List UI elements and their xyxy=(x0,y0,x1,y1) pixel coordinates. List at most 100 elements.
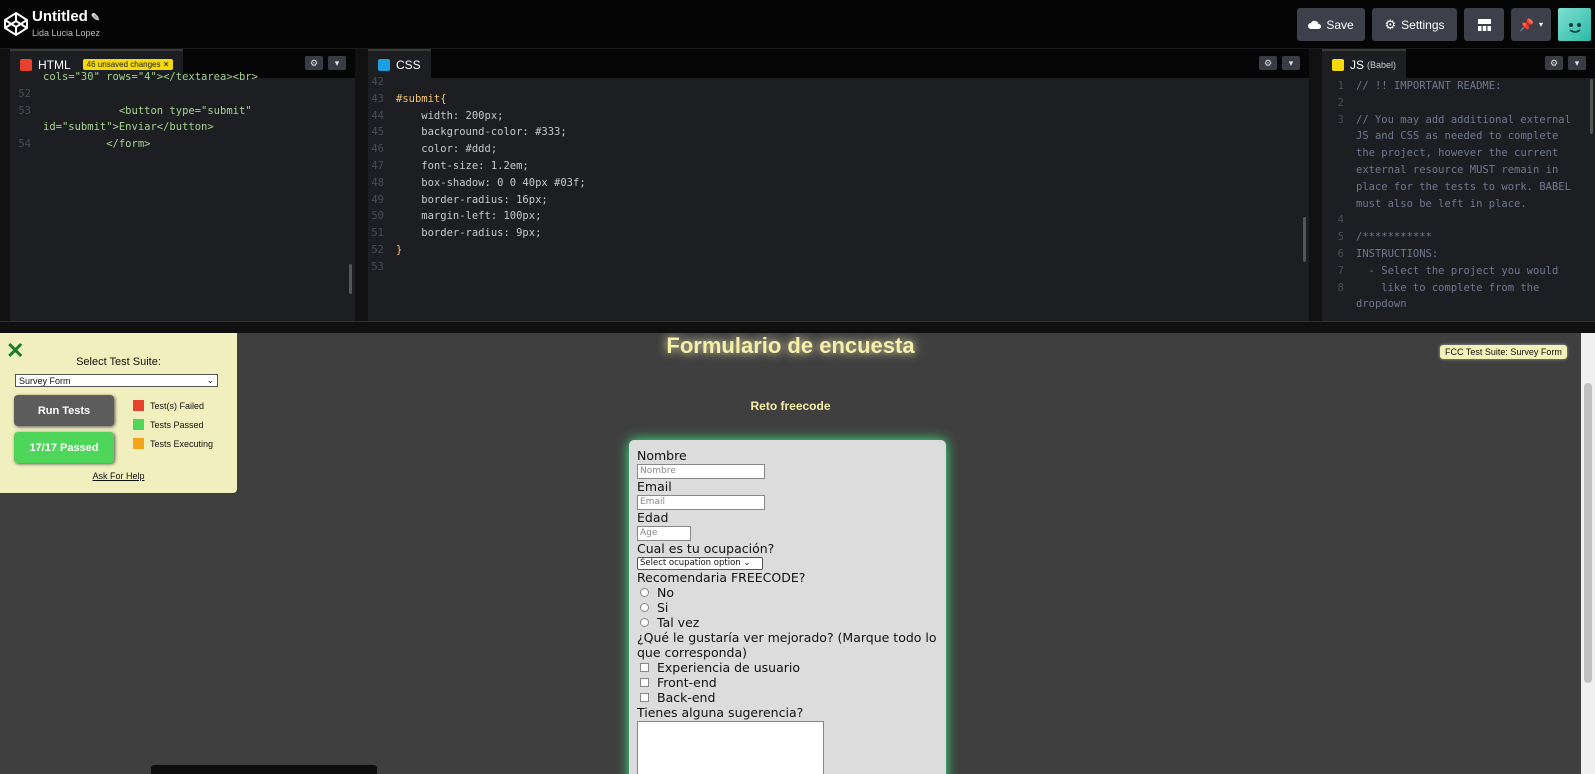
radio-button[interactable] xyxy=(640,588,649,597)
email-label: Email xyxy=(637,479,672,494)
css-collapse-chevron-icon[interactable]: ▾ xyxy=(1282,56,1300,70)
email-input[interactable]: Email xyxy=(637,495,765,510)
preview-scrollbar[interactable] xyxy=(1581,333,1595,774)
code-line[interactable]: place for the tests to work. BABEL xyxy=(1356,179,1571,196)
age-label: Edad xyxy=(637,510,669,525)
css-scrollbar[interactable] xyxy=(1303,217,1306,262)
code-line[interactable]: cols="30" rows="4"></textarea><br> xyxy=(43,69,258,86)
code-line[interactable]: background-color: #333; xyxy=(396,124,566,141)
html-code[interactable]: cols="30" rows="4"></textarea><br> 52 53 <… xyxy=(10,71,355,321)
top-bar: Untitled ✎ Lida Lucia Lopez Save ⚙ Settin… xyxy=(0,0,1595,49)
js-collapse-chevron-icon[interactable]: ▾ xyxy=(1568,56,1586,70)
line-number: 50 xyxy=(371,210,384,223)
page-subtitle: Reto freecode xyxy=(750,399,831,413)
radio-option[interactable]: No xyxy=(637,585,938,600)
author-name[interactable]: Lida Lucia Lopez xyxy=(32,28,100,38)
html-scrollbar[interactable] xyxy=(349,264,352,294)
suggestion-label: Tienes alguna sugerencia? xyxy=(637,705,804,720)
failed-swatch xyxy=(133,400,144,411)
checkbox-option[interactable]: Experiencia de usuario xyxy=(637,660,938,675)
line-number: 44 xyxy=(371,109,384,122)
code-line[interactable]: <button type="submit" xyxy=(43,103,252,120)
code-line[interactable]: } xyxy=(396,242,402,259)
line-number: 49 xyxy=(371,193,384,206)
radio-option[interactable]: Si xyxy=(637,600,938,615)
code-line[interactable]: id="submit">Enviar</button> xyxy=(43,119,214,136)
name-input[interactable]: Nombre xyxy=(637,464,765,479)
css-settings-icon[interactable]: ⚙ xyxy=(1259,56,1277,70)
code-line[interactable]: dropdown xyxy=(1356,296,1407,313)
html-collapse-chevron-icon[interactable]: ▾ xyxy=(328,56,346,70)
code-line[interactable]: font-size: 1.2em; xyxy=(396,158,528,175)
code-line[interactable]: // You may add additional external xyxy=(1356,112,1571,129)
line-number: 2 xyxy=(1337,96,1344,109)
code-line[interactable]: INSTRUCTIONS: xyxy=(1356,246,1438,263)
js-scrollbar[interactable] xyxy=(1590,79,1593,134)
radio-button[interactable] xyxy=(640,603,649,612)
code-line[interactable]: box-shadow: 0 0 40px #03f; xyxy=(396,175,585,192)
code-line[interactable]: border-radius: 9px; xyxy=(396,225,541,242)
code-line[interactable]: must also be left in place. xyxy=(1356,196,1527,213)
checkbox[interactable] xyxy=(640,663,649,672)
save-button[interactable]: Save xyxy=(1297,8,1365,41)
code-line[interactable]: color: #ddd; xyxy=(396,141,497,158)
settings-button[interactable]: ⚙ Settings xyxy=(1372,8,1457,41)
suggestion-textarea[interactable] xyxy=(637,721,824,774)
age-input[interactable]: Age xyxy=(637,526,691,541)
line-number: 6 xyxy=(1337,248,1344,260)
executing-swatch xyxy=(133,438,144,449)
html-editor-pane: HTML 46 unsaved changes ✕ ⚙ ▾ cols="30" … xyxy=(10,49,355,321)
tab-js[interactable]: JS (Babel) xyxy=(1322,49,1407,78)
pin-button[interactable]: 📌 ▾ xyxy=(1511,8,1551,41)
radio-option[interactable]: Tal vez xyxy=(637,615,938,630)
test-suite-select[interactable]: Survey Form ⌄ xyxy=(15,374,218,387)
layout-button[interactable] xyxy=(1464,8,1504,41)
run-tests-button[interactable]: Run Tests xyxy=(14,395,114,426)
preview-scrollbar-thumb[interactable] xyxy=(1584,383,1592,683)
name-label: Nombre xyxy=(637,448,687,463)
console-bar[interactable] xyxy=(151,765,377,774)
survey-form: Nombre Nombre Email Email Edad Age Cual … xyxy=(629,440,946,774)
line-number: 51 xyxy=(371,227,384,240)
fcc-test-suite-badge[interactable]: FCC Test Suite: Survey Form xyxy=(1440,345,1567,359)
line-number: 7 xyxy=(1337,264,1344,277)
code-line[interactable]: // !! IMPORTANT README: xyxy=(1356,78,1501,95)
checkbox-option[interactable]: Back-end xyxy=(637,690,938,705)
css-code[interactable]: 42 43 #submit{44 width: 200px; 45 backgroun… xyxy=(368,76,1309,321)
occupation-label: Cual es tu ocupación? xyxy=(637,541,775,556)
code-line[interactable]: border-radius: 16px; xyxy=(396,192,547,209)
line-number: 52 xyxy=(18,87,31,100)
checkbox[interactable] xyxy=(640,678,649,687)
occupation-select[interactable]: Select ocupation option ⌄ xyxy=(637,557,763,570)
js-settings-icon[interactable]: ⚙ xyxy=(1545,56,1563,70)
code-line[interactable]: #submit{ xyxy=(396,91,447,108)
avatar[interactable] xyxy=(1558,8,1591,41)
js-code[interactable]: 1 // !! IMPORTANT README: 2 3 // You may add… xyxy=(1322,78,1595,321)
code-line[interactable]: like to complete from the xyxy=(1356,280,1539,297)
chevron-down-icon: ⌄ xyxy=(206,375,214,385)
checkbox-option[interactable]: Front-end xyxy=(637,675,938,690)
code-line[interactable]: width: 200px; xyxy=(396,108,503,125)
code-line[interactable]: </form> xyxy=(43,136,150,153)
pen-title[interactable]: Untitled ✎ xyxy=(32,8,100,25)
editor-preview-resizer[interactable] xyxy=(0,321,1595,333)
line-number: 53 xyxy=(371,260,384,273)
code-line[interactable]: margin-left: 100px; xyxy=(396,208,541,225)
ask-for-help-link[interactable]: Ask For Help xyxy=(0,471,237,481)
checkbox[interactable] xyxy=(640,693,649,702)
line-number: 47 xyxy=(371,160,384,172)
code-line[interactable]: JS and CSS as needed to complete xyxy=(1356,128,1558,145)
code-line[interactable]: - Select the project you would xyxy=(1356,263,1559,280)
line-number: 54 xyxy=(18,138,31,151)
legend-executing: Tests Executing xyxy=(133,438,213,449)
html-settings-icon[interactable]: ⚙ xyxy=(305,56,323,70)
tests-passed-button[interactable]: 17/17 Passed xyxy=(14,432,114,463)
page-title: Formulario de encuesta xyxy=(666,333,915,358)
code-line[interactable]: external resource MUST remain in xyxy=(1356,162,1558,179)
codepen-logo-icon[interactable] xyxy=(3,11,29,37)
radio-button[interactable] xyxy=(640,618,649,627)
code-line[interactable]: /*********** xyxy=(1356,229,1432,246)
code-line[interactable]: the project, however the current xyxy=(1356,145,1558,162)
line-number: 52 xyxy=(371,244,384,256)
pencil-icon[interactable]: ✎ xyxy=(91,12,100,24)
